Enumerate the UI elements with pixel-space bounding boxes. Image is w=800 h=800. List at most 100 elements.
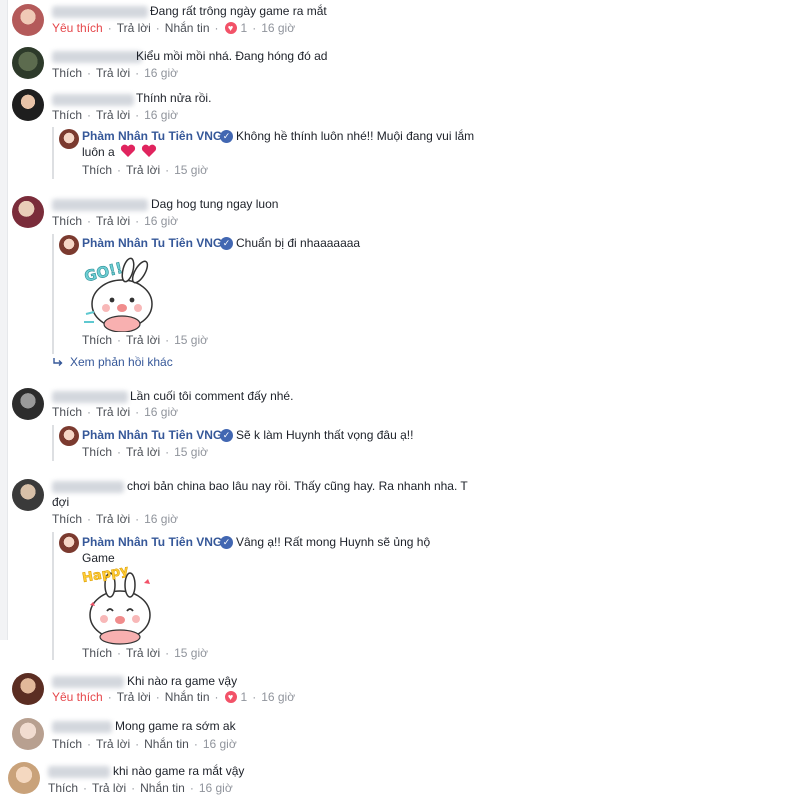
- comment-actions: Thích · Trả lời · 16 giờ: [52, 66, 178, 80]
- reply-author[interactable]: Phàm Nhân Tu Tiên VNG: [82, 428, 222, 442]
- commenter-name[interactable]: [52, 676, 124, 688]
- commenter-avatar[interactable]: [12, 47, 44, 79]
- timestamp[interactable]: 15 giờ: [174, 163, 208, 177]
- heart-icon: [142, 144, 157, 157]
- timestamp[interactable]: 16 giờ: [144, 405, 178, 419]
- reply-line: [52, 127, 54, 179]
- comment-text: Kiểu mồi mồi nhá. Đang hóng đó ad: [136, 49, 328, 63]
- like-link[interactable]: Thích: [52, 66, 82, 80]
- reaction-summary[interactable]: ♥ 1: [223, 690, 247, 704]
- timestamp[interactable]: 16 giờ: [144, 108, 178, 122]
- timestamp[interactable]: 16 giờ: [144, 512, 178, 526]
- comment-text: Dag hog tung ngay luon: [151, 197, 279, 211]
- like-link[interactable]: Thích: [52, 512, 82, 526]
- comment-text: Thính nửa rồi.: [136, 91, 212, 105]
- timestamp[interactable]: 16 giờ: [144, 66, 178, 80]
- comment-actions: Yêu thích · Trả lời · Nhắn tin · ♥ 1 · 16 giờ: [52, 21, 296, 35]
- timestamp[interactable]: 16 giờ: [261, 21, 295, 35]
- reply-link[interactable]: Trả lời: [126, 646, 160, 660]
- reply-link[interactable]: Trả lời: [96, 66, 130, 80]
- commenter-name[interactable]: [48, 766, 110, 778]
- reply-line: [52, 532, 54, 660]
- reply-link[interactable]: Trả lời: [96, 108, 130, 122]
- commenter-avatar[interactable]: [12, 4, 44, 36]
- comment-actions: Thích · Trả lời · Nhắn tin · 16 giờ: [48, 781, 233, 795]
- timestamp[interactable]: 16 giờ: [199, 781, 233, 795]
- timestamp[interactable]: 15 giờ: [174, 646, 208, 660]
- comment-text: Mong game ra sớm ak: [115, 719, 236, 733]
- like-link[interactable]: Thích: [82, 163, 112, 177]
- reply-link[interactable]: Trả lời: [126, 163, 160, 177]
- message-link[interactable]: Nhắn tin: [140, 781, 185, 795]
- timestamp[interactable]: 16 giờ: [261, 690, 295, 704]
- commenter-name[interactable]: [52, 94, 134, 106]
- page-avatar[interactable]: [59, 235, 79, 255]
- happy-sticker[interactable]: Happy: [80, 565, 160, 645]
- reply-line: [52, 425, 54, 461]
- commenter-avatar[interactable]: [12, 479, 44, 511]
- reply-actions: Thích · Trả lời · 15 giờ: [82, 333, 208, 347]
- like-link[interactable]: Thích: [52, 108, 82, 122]
- page-avatar[interactable]: [59, 533, 79, 553]
- like-link[interactable]: Yêu thích: [52, 690, 103, 704]
- comment-actions: Thích · Trả lời · 16 giờ: [52, 405, 178, 419]
- comment-text: chơi bản china bao lâu nay rồi. Thấy cũn…: [52, 479, 468, 509]
- reply-link[interactable]: Trả lời: [92, 781, 126, 795]
- timestamp[interactable]: 15 giờ: [174, 445, 208, 459]
- reply-link[interactable]: Trả lời: [117, 690, 151, 704]
- timestamp[interactable]: 16 giờ: [144, 214, 178, 228]
- commenter-avatar[interactable]: [12, 196, 44, 228]
- comment-text: Lần cuối tôi comment đấy nhé.: [130, 389, 294, 403]
- comment-actions: Thích · Trả lời · 16 giờ: [52, 108, 178, 122]
- reply-actions: Thích · Trả lời · 15 giờ: [82, 646, 208, 660]
- reply-link[interactable]: Trả lời: [96, 737, 130, 751]
- like-link[interactable]: Thích: [82, 333, 112, 347]
- reaction-summary[interactable]: ♥ 1: [223, 21, 247, 35]
- comment-actions: Thích · Trả lời · Nhắn tin · 16 giờ: [52, 737, 237, 751]
- commenter-avatar[interactable]: [12, 718, 44, 750]
- heart-icon: ♥: [223, 21, 238, 35]
- more-replies-link[interactable]: Xem phản hồi khác: [52, 355, 173, 369]
- commenter-name[interactable]: [52, 391, 128, 403]
- like-link[interactable]: Thích: [52, 214, 82, 228]
- commenter-name[interactable]: [52, 6, 148, 18]
- reply-text: Vâng ạ!! Rất mong Huynh sẽ ủng hộ Game: [82, 535, 431, 565]
- reply-text: Chuẩn bị đi nhaaaaaaa: [236, 236, 361, 250]
- reply-actions: Thích · Trả lời · 15 giờ: [82, 163, 208, 177]
- reply-author[interactable]: Phàm Nhân Tu Tiên VNG: [82, 236, 222, 250]
- like-link[interactable]: Yêu thích: [52, 21, 103, 35]
- reply-link[interactable]: Trả lời: [96, 512, 130, 526]
- commenter-name[interactable]: [52, 721, 112, 733]
- comment-text: Đang rất trông ngày game ra mắt: [150, 4, 327, 18]
- message-link[interactable]: Nhắn tin: [165, 21, 210, 35]
- reply-arrow-icon: [53, 358, 63, 366]
- comment-actions: Thích · Trả lời · 16 giờ: [52, 214, 178, 228]
- commenter-name[interactable]: [52, 51, 142, 63]
- heart-icon: ♥: [223, 690, 238, 704]
- timestamp[interactable]: 16 giờ: [203, 737, 237, 751]
- page-avatar[interactable]: [59, 129, 79, 149]
- commenter-name[interactable]: [52, 199, 148, 211]
- commenter-avatar[interactable]: [12, 388, 44, 420]
- message-link[interactable]: Nhắn tin: [165, 690, 210, 704]
- reply-link[interactable]: Trả lời: [126, 445, 160, 459]
- like-link[interactable]: Thích: [48, 781, 78, 795]
- like-link[interactable]: Thích: [82, 646, 112, 660]
- reply-link[interactable]: Trả lời: [126, 333, 160, 347]
- like-link[interactable]: Thích: [52, 405, 82, 419]
- commenter-avatar[interactable]: [12, 673, 44, 705]
- reply-link[interactable]: Trả lời: [96, 214, 130, 228]
- like-link[interactable]: Thích: [52, 737, 82, 751]
- reply-link[interactable]: Trả lời: [96, 405, 130, 419]
- timestamp[interactable]: 15 giờ: [174, 333, 208, 347]
- commenter-avatar[interactable]: [8, 762, 40, 794]
- page-avatar[interactable]: [59, 426, 79, 446]
- like-link[interactable]: Thích: [82, 445, 112, 459]
- message-link[interactable]: Nhắn tin: [144, 737, 189, 751]
- verified-badge-icon: ✓: [220, 429, 233, 442]
- reply-text: Không hề thính luôn nhé!! Muội đang vui …: [82, 129, 475, 159]
- go-sticker[interactable]: GO!!: [80, 252, 160, 332]
- commenter-avatar[interactable]: [12, 89, 44, 121]
- comment-thread: Đang rất trông ngày game ra mắt Yêu thíc…: [0, 0, 800, 800]
- reply-link[interactable]: Trả lời: [117, 21, 151, 35]
